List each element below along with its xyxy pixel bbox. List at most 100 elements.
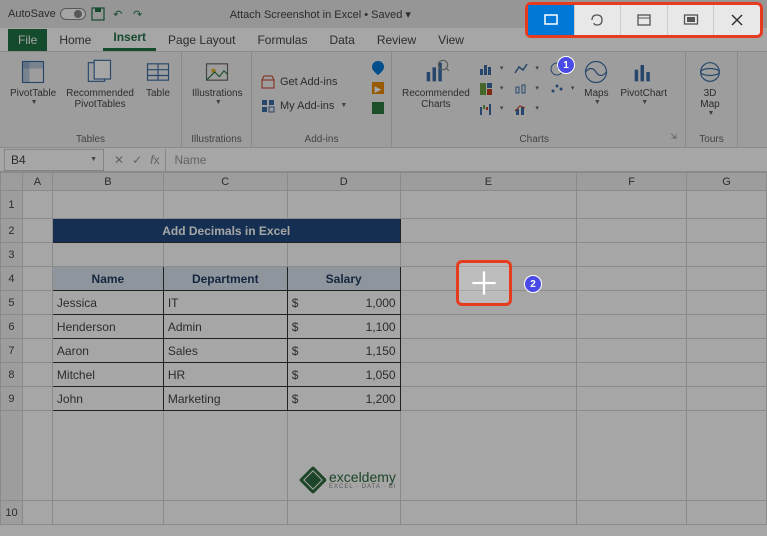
boxwhisker-icon bbox=[513, 81, 529, 97]
col-header[interactable]: B bbox=[52, 173, 163, 191]
combo-chart-button[interactable]: ▾ bbox=[511, 100, 541, 118]
tab-home[interactable]: Home bbox=[49, 29, 101, 51]
row-header[interactable]: 7 bbox=[1, 339, 23, 363]
table-cell[interactable]: Admin bbox=[163, 315, 287, 339]
snip-crosshair-cursor bbox=[456, 260, 512, 306]
table-cell[interactable]: IT bbox=[163, 291, 287, 315]
snip-fullscreen-button[interactable] bbox=[668, 5, 715, 35]
row-header[interactable] bbox=[1, 411, 23, 501]
3d-map-button[interactable]: 3D Map▼ bbox=[692, 56, 728, 120]
tab-file[interactable]: File bbox=[8, 29, 47, 51]
col-header[interactable]: A bbox=[22, 173, 52, 191]
logo-icon bbox=[299, 466, 327, 494]
bing-maps-icon[interactable] bbox=[370, 60, 386, 76]
table-cell[interactable]: $1,000 bbox=[287, 291, 400, 315]
col-header[interactable]: G bbox=[687, 173, 767, 191]
hierarchy-chart-button[interactable]: ▾ bbox=[476, 80, 506, 98]
recommended-pivot-button[interactable]: Recommended PivotTables bbox=[62, 56, 138, 112]
name-box[interactable]: B4▼ bbox=[4, 149, 104, 171]
table-cell[interactable]: Marketing bbox=[163, 387, 287, 411]
table-cell[interactable]: HR bbox=[163, 363, 287, 387]
row-header[interactable]: 3 bbox=[1, 243, 23, 267]
table-cell[interactable]: $1,150 bbox=[287, 339, 400, 363]
table-title[interactable]: Add Decimals in Excel bbox=[52, 219, 400, 243]
scatter-chart-button[interactable]: ▾ bbox=[547, 80, 577, 98]
col-header[interactable]: E bbox=[400, 173, 577, 191]
row-header[interactable]: 2 bbox=[1, 219, 23, 243]
group-tours: 3D Map▼ Tours bbox=[686, 52, 738, 147]
people-graph-icon[interactable] bbox=[370, 100, 386, 116]
col-header[interactable]: D bbox=[287, 173, 400, 191]
tab-data[interactable]: Data bbox=[319, 29, 364, 51]
col-header[interactable]: C bbox=[163, 173, 287, 191]
visio-icon[interactable]: ▶ bbox=[370, 80, 386, 96]
table-cell[interactable]: John bbox=[52, 387, 163, 411]
redo-icon[interactable]: ↷ bbox=[130, 6, 146, 22]
header-dept[interactable]: Department bbox=[163, 267, 287, 291]
column-chart-icon bbox=[478, 61, 494, 77]
table-cell[interactable]: Aaron bbox=[52, 339, 163, 363]
autosave-toggle[interactable]: AutoSave bbox=[8, 8, 86, 20]
table-icon bbox=[144, 58, 172, 86]
annotation-badge-2: 2 bbox=[524, 275, 542, 293]
row-header[interactable]: 1 bbox=[1, 191, 23, 219]
row-header[interactable]: 5 bbox=[1, 291, 23, 315]
pivotchart-button[interactable]: PivotChart▼ bbox=[616, 56, 671, 109]
formula-bar: B4▼ ✕ ✓ fx Name bbox=[0, 148, 767, 172]
row-header[interactable]: 9 bbox=[1, 387, 23, 411]
row-header[interactable]: 8 bbox=[1, 363, 23, 387]
row-header[interactable]: 4 bbox=[1, 267, 23, 291]
save-icon[interactable] bbox=[90, 6, 106, 22]
pivotchart-icon bbox=[630, 58, 658, 86]
dialog-launcher-icon[interactable]: ⇲ bbox=[670, 132, 679, 145]
line-chart-button[interactable]: ▾ bbox=[511, 60, 541, 78]
chart-icon bbox=[422, 58, 450, 86]
maps-icon bbox=[582, 58, 610, 86]
snip-window-button[interactable] bbox=[621, 5, 668, 35]
formula-input[interactable]: Name bbox=[165, 149, 767, 171]
header-name[interactable]: Name bbox=[52, 267, 163, 291]
table-cell[interactable]: $1,200 bbox=[287, 387, 400, 411]
tab-insert[interactable]: Insert bbox=[103, 26, 156, 51]
my-addins-button[interactable]: My Add-ins▼ bbox=[258, 97, 349, 115]
tab-view[interactable]: View bbox=[428, 29, 474, 51]
brand-name: exceldemy bbox=[329, 470, 397, 484]
undo-icon[interactable]: ↶ bbox=[110, 6, 126, 22]
column-chart-button[interactable]: ▾ bbox=[476, 60, 506, 78]
table-cell[interactable]: $1,100 bbox=[287, 315, 400, 339]
table-cell[interactable]: Sales bbox=[163, 339, 287, 363]
pivottable-button[interactable]: PivotTable▼ bbox=[6, 56, 60, 109]
cancel-icon[interactable]: ✕ bbox=[114, 153, 124, 167]
group-label-tours: Tours bbox=[692, 132, 731, 145]
table-cell[interactable]: Jessica bbox=[52, 291, 163, 315]
tab-page-layout[interactable]: Page Layout bbox=[158, 29, 245, 51]
statistic-chart-button[interactable]: ▾ bbox=[511, 80, 541, 98]
get-addins-button[interactable]: Get Add-ins bbox=[258, 73, 339, 91]
select-all-button[interactable] bbox=[1, 173, 23, 191]
svg-text:▶: ▶ bbox=[375, 84, 382, 94]
snip-close-button[interactable] bbox=[714, 5, 760, 35]
watermark: exceldemy EXCEL · DATA · BI bbox=[303, 470, 397, 490]
maps-button[interactable]: Maps▼ bbox=[578, 56, 614, 109]
row-header[interactable]: 6 bbox=[1, 315, 23, 339]
table-button[interactable]: Table bbox=[140, 56, 176, 101]
table-cell[interactable]: Henderson bbox=[52, 315, 163, 339]
snip-rect-button[interactable] bbox=[528, 5, 575, 35]
recommended-charts-button[interactable]: Recommended Charts bbox=[398, 56, 474, 112]
illustrations-button[interactable]: Illustrations▼ bbox=[188, 56, 247, 109]
table-cell[interactable]: Mitchel bbox=[52, 363, 163, 387]
row-header[interactable]: 10 bbox=[1, 501, 23, 525]
enter-icon[interactable]: ✓ bbox=[132, 153, 142, 167]
col-header[interactable]: F bbox=[577, 173, 687, 191]
header-salary[interactable]: Salary bbox=[287, 267, 400, 291]
tab-formulas[interactable]: Formulas bbox=[247, 29, 317, 51]
toggle-off-icon bbox=[60, 8, 86, 20]
table-cell[interactable]: $1,050 bbox=[287, 363, 400, 387]
fx-icon[interactable]: fx bbox=[150, 153, 159, 167]
snipping-toolbar bbox=[525, 2, 763, 38]
waterfall-chart-button[interactable]: ▾ bbox=[476, 100, 506, 118]
group-label-tables: Tables bbox=[6, 132, 175, 145]
tab-review[interactable]: Review bbox=[367, 29, 426, 51]
snip-freeform-button[interactable] bbox=[575, 5, 622, 35]
autosave-label: AutoSave bbox=[8, 8, 56, 20]
